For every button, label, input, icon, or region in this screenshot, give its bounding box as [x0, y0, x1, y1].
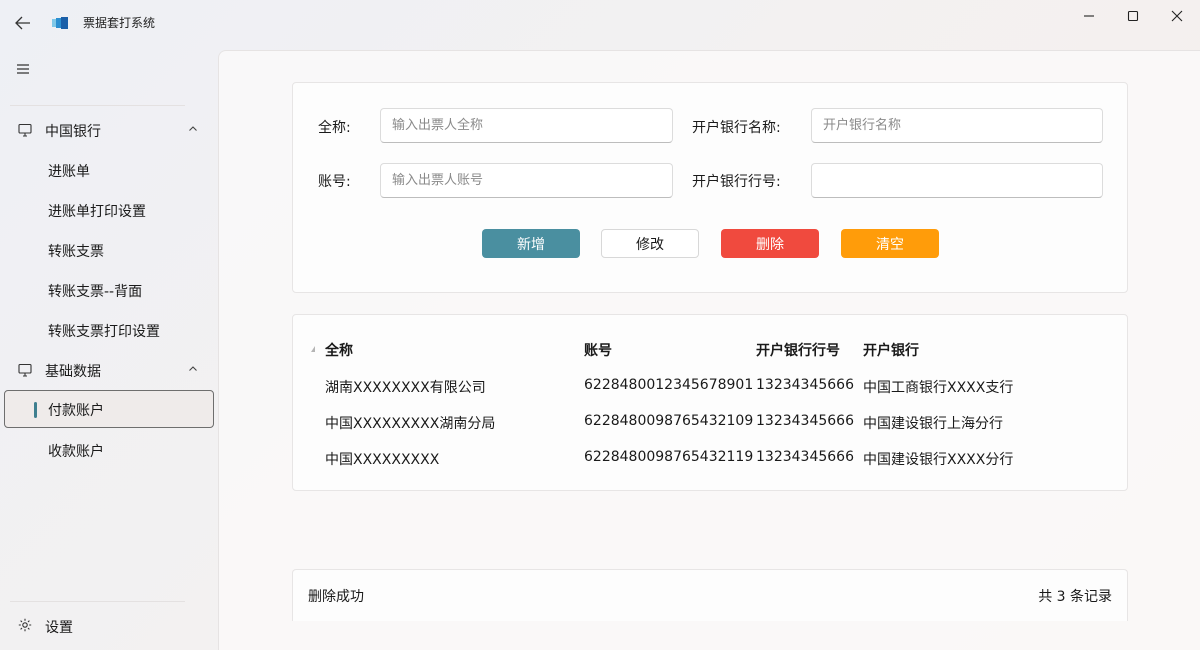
- column-header-bank-code[interactable]: 开户银行行号: [756, 340, 840, 360]
- minimize-icon: [1084, 15, 1094, 17]
- sidebar-item-deposit-slip[interactable]: 进账单: [4, 151, 214, 189]
- sidebar-item-label: 转账支票: [48, 244, 104, 260]
- bank-name-label: 开户银行名称:: [692, 120, 781, 136]
- nav-group-label: 基础数据: [45, 364, 101, 380]
- sidebar-item-label: 进账单: [48, 164, 90, 180]
- sidebar-item-transfer-check[interactable]: 转账支票: [4, 231, 214, 269]
- cell-bank-code: 13234345666: [756, 413, 854, 429]
- cell-name: 中国XXXXXXXXX: [325, 452, 440, 468]
- name-input[interactable]: [380, 108, 673, 143]
- monitor-icon: [18, 123, 32, 137]
- sidebar-item-label: 付款账户: [48, 403, 104, 419]
- bank-name-input[interactable]: [811, 108, 1103, 143]
- cell-account: 6228480098765432119: [584, 449, 754, 465]
- name-label: 全称:: [318, 120, 351, 136]
- nav-divider: [10, 105, 185, 106]
- menu-toggle-button[interactable]: [8, 56, 38, 82]
- gear-icon: [18, 618, 32, 632]
- chevron-up-icon: [189, 126, 197, 131]
- back-button[interactable]: [8, 8, 38, 38]
- selection-indicator: [34, 402, 37, 418]
- nav-group-label: 中国银行: [45, 124, 101, 140]
- sidebar-item-label: 转账支票--背面: [48, 284, 143, 300]
- table-row[interactable]: 中国XXXXXXXXX湖南分局 6228480098765432109 1323…: [313, 404, 1113, 440]
- bank-code-input[interactable]: [811, 163, 1103, 198]
- close-icon: [1171, 10, 1183, 22]
- record-count: 共 3 条记录: [1038, 589, 1112, 605]
- status-bar: 删除成功 共 3 条记录: [292, 569, 1128, 621]
- sidebar-item-transfer-check-back[interactable]: 转账支票--背面: [4, 271, 214, 309]
- cell-bank: 中国建设银行XXXX分行: [863, 452, 1014, 468]
- minimize-button[interactable]: [1066, 0, 1112, 32]
- navigation-sidebar: 中国银行 进账单 进账单打印设置 转账支票 转账支票--背面 转账支票打印设置 …: [0, 48, 218, 650]
- account-label: 账号:: [318, 174, 351, 190]
- sidebar-item-label: 转账支票打印设置: [48, 324, 160, 340]
- column-header-bank[interactable]: 开户银行: [863, 340, 919, 360]
- clear-button[interactable]: 清空: [841, 229, 939, 258]
- cell-name: 湖南XXXXXXXX有限公司: [325, 380, 486, 396]
- maximize-button[interactable]: [1110, 0, 1156, 32]
- cell-account: 6228480012345678901: [584, 377, 754, 393]
- monitor-icon: [18, 363, 32, 377]
- bank-code-label: 开户银行行号:: [692, 174, 781, 190]
- cell-bank: 中国工商银行XXXX支行: [863, 380, 1014, 396]
- edit-button[interactable]: 修改: [601, 229, 699, 258]
- nav-group-bank-of-china[interactable]: 中国银行: [4, 111, 214, 149]
- account-input[interactable]: [380, 163, 673, 198]
- cell-name: 中国XXXXXXXXX湖南分局: [325, 416, 496, 432]
- table-row[interactable]: 湖南XXXXXXXX有限公司 6228480012345678901 13234…: [313, 368, 1113, 404]
- window-title: 票据套打系统: [83, 16, 156, 30]
- account-form-card: 全称: 开户银行名称: 账号: 开户银行行号: 新增 修改 删除 清空: [292, 82, 1128, 293]
- close-button[interactable]: [1154, 0, 1200, 32]
- sort-indicator-icon[interactable]: [311, 346, 315, 352]
- cell-bank-code: 13234345666: [756, 377, 854, 393]
- title-bar: 票据套打系统: [0, 0, 1200, 48]
- table-row[interactable]: 中国XXXXXXXXX 6228480098765432119 13234345…: [313, 440, 1113, 476]
- cell-bank-code: 13234345666: [756, 449, 854, 465]
- status-message: 删除成功: [308, 589, 364, 605]
- column-header-name[interactable]: 全称: [325, 340, 353, 360]
- sidebar-item-deposit-slip-print-settings[interactable]: 进账单打印设置: [4, 191, 214, 229]
- sidebar-item-payment-accounts[interactable]: 付款账户: [4, 390, 214, 428]
- settings-label: 设置: [45, 620, 73, 636]
- accounts-table: 全称 账号 开户银行行号 开户银行 湖南XXXXXXXX有限公司 6228480…: [292, 314, 1128, 491]
- sidebar-item-label: 收款账户: [48, 444, 104, 460]
- nav-group-basic-data[interactable]: 基础数据: [4, 351, 214, 389]
- sidebar-item-transfer-check-print-settings[interactable]: 转账支票打印设置: [4, 311, 214, 349]
- cell-bank: 中国建设银行上海分行: [863, 416, 1003, 432]
- back-arrow-icon: [15, 16, 30, 30]
- delete-button[interactable]: 删除: [721, 229, 819, 258]
- column-header-account[interactable]: 账号: [584, 340, 612, 360]
- add-button[interactable]: 新增: [482, 229, 580, 258]
- main-content: 全称: 开户银行名称: 账号: 开户银行行号: 新增 修改 删除 清空 全称 账…: [218, 50, 1200, 650]
- nav-divider: [10, 601, 185, 602]
- app-logo-icon: [52, 17, 68, 29]
- hamburger-icon: [17, 64, 29, 74]
- sidebar-item-receiving-accounts[interactable]: 收款账户: [4, 431, 214, 469]
- sidebar-item-label: 进账单打印设置: [48, 204, 146, 220]
- sidebar-item-settings[interactable]: 设置: [4, 606, 214, 646]
- cell-account: 6228480098765432109: [584, 413, 754, 429]
- chevron-up-icon: [189, 366, 197, 371]
- maximize-icon: [1127, 10, 1139, 22]
